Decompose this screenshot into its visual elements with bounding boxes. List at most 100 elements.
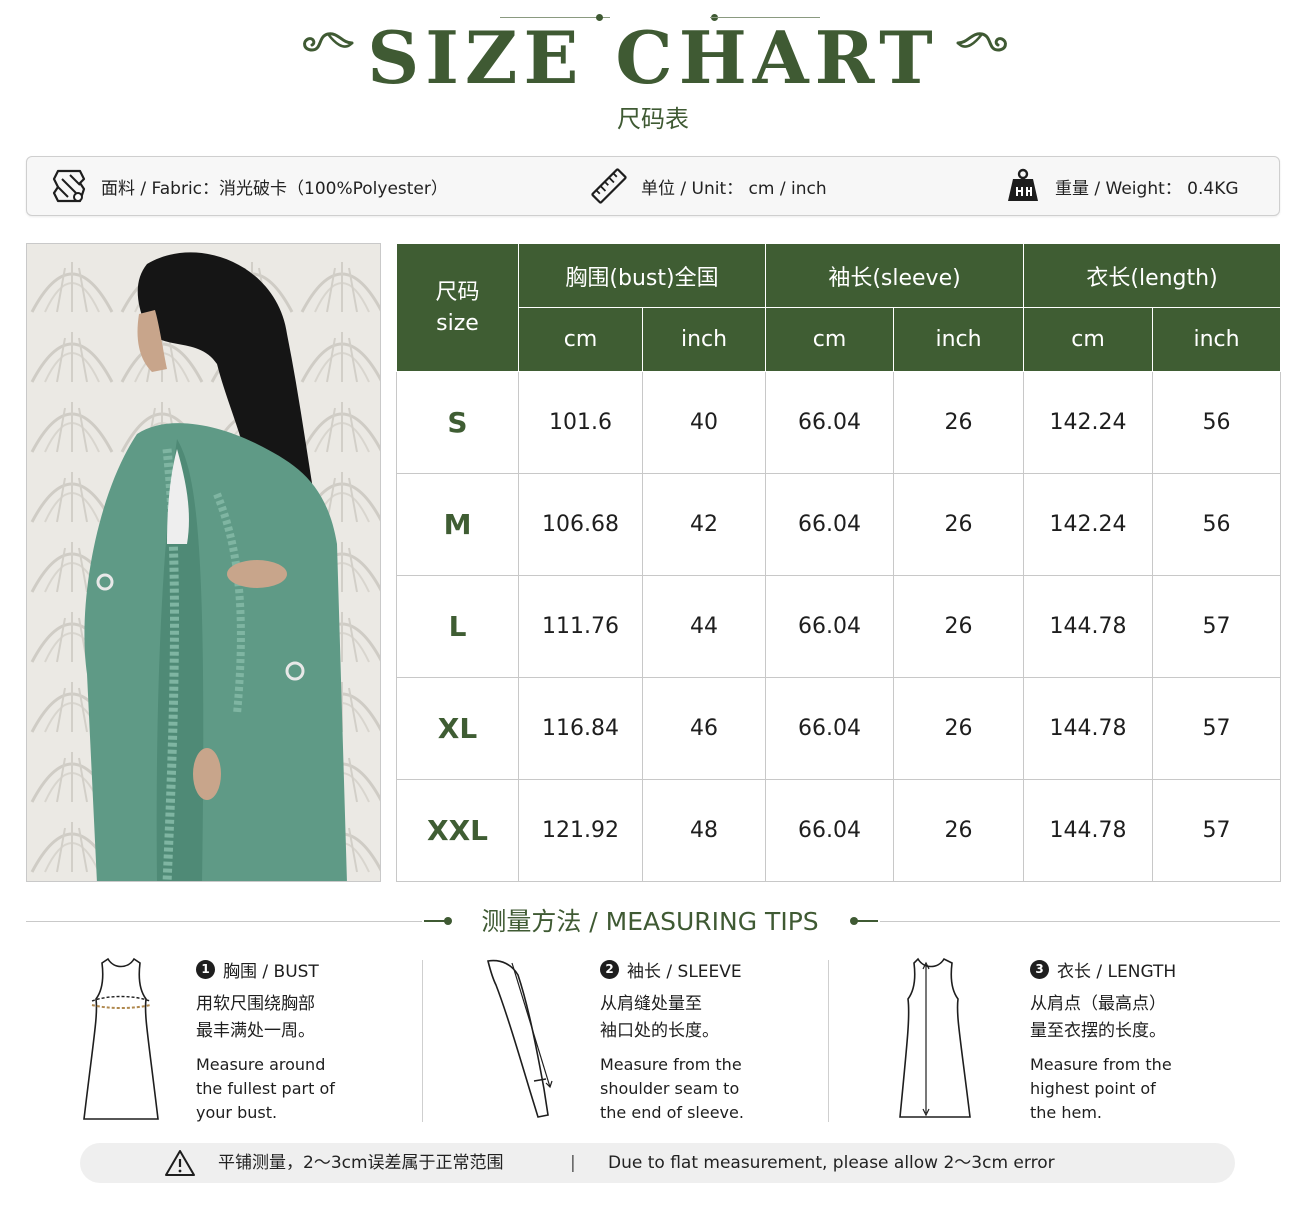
table-cell: 116.84 bbox=[518, 677, 643, 780]
tips-divider bbox=[880, 921, 1280, 922]
table-row: L 111.76 44 66.04 26 144.78 57 bbox=[396, 575, 1282, 678]
note-cn: 平铺测量，2～3cm误差属于正常范围 bbox=[218, 1153, 504, 1173]
unit-header: inch bbox=[893, 307, 1025, 372]
subtitle-wrap: 尺码表 bbox=[0, 102, 1306, 136]
table-cell: 66.04 bbox=[765, 575, 895, 678]
tip-bust: 1 胸围 / BUST 用软尺围绕胸部 最丰满处一周。 Measure aroun… bbox=[78, 955, 378, 1135]
table-cell: 66.04 bbox=[765, 677, 895, 780]
size-header-cn: 尺码 bbox=[435, 279, 480, 305]
tip-number: 1 bbox=[196, 959, 215, 979]
tip-title: 2 袖长 / SLEEVE bbox=[600, 955, 810, 983]
table-cell: 144.78 bbox=[1023, 575, 1154, 678]
weight-text: 重量 / Weight： 0.4KG bbox=[1055, 178, 1239, 199]
tip-en: Measure from the highest point of the he… bbox=[1030, 1055, 1172, 1122]
tips-divider bbox=[26, 921, 422, 922]
tip-cn: 从肩点（最高点） 量至衣摆的长度。 bbox=[1030, 994, 1166, 1041]
unit-header: cm bbox=[765, 307, 895, 372]
tip-sleeve: 2 袖长 / SLEEVE 从肩缝处量至 袖口处的长度。 Measure from… bbox=[482, 955, 782, 1135]
table-cell: 121.92 bbox=[518, 779, 643, 882]
fabric-info: 面料 / Fabric：消光破卡（100%Polyester） bbox=[49, 157, 448, 215]
table-cell: 101.6 bbox=[518, 371, 643, 474]
table-cell: 144.78 bbox=[1023, 779, 1154, 882]
size-label: XXL bbox=[396, 779, 519, 882]
table-cell: 142.24 bbox=[1023, 371, 1154, 474]
page-subtitle: 尺码表 bbox=[617, 105, 689, 133]
note-separator: | bbox=[570, 1153, 576, 1173]
table-cell: 26 bbox=[893, 779, 1025, 882]
table-row: XL 116.84 46 66.04 26 144.78 57 bbox=[396, 677, 1282, 780]
size-label: M bbox=[396, 473, 519, 576]
sleeve-header: 袖长(sleeve) bbox=[765, 243, 1025, 308]
size-label: S bbox=[396, 371, 519, 474]
fabric-icon bbox=[49, 166, 89, 206]
tip-number: 2 bbox=[600, 959, 619, 979]
tip-cn: 用软尺围绕胸部 最丰满处一周。 bbox=[196, 994, 315, 1041]
table-cell: 57 bbox=[1152, 779, 1282, 882]
table-cell: 66.04 bbox=[765, 779, 895, 882]
length-header: 衣长(length) bbox=[1023, 243, 1282, 308]
tip-title-text: 衣长 / LENGTH bbox=[1057, 961, 1177, 982]
table-cell: 57 bbox=[1152, 575, 1282, 678]
dress-bust-icon bbox=[83, 957, 159, 1120]
subtitle-divider bbox=[500, 17, 610, 18]
unit-header: cm bbox=[518, 307, 643, 372]
tip-title: 1 胸围 / BUST bbox=[196, 955, 406, 983]
measurement-note: 平铺测量，2～3cm误差属于正常范围 | Due to flat measure… bbox=[80, 1143, 1235, 1183]
table-cell: 48 bbox=[641, 779, 767, 882]
dress-length-icon bbox=[899, 957, 971, 1118]
tip-text: 1 胸围 / BUST 用软尺围绕胸部 最丰满处一周。 Measure aroun… bbox=[196, 955, 406, 1125]
size-column-header: 尺码 size bbox=[396, 243, 519, 372]
size-label: L bbox=[396, 575, 519, 678]
subtitle-divider bbox=[710, 17, 820, 18]
tip-cn: 从肩缝处量至 袖口处的长度。 bbox=[600, 994, 719, 1041]
table-row: XXL 121.92 48 66.04 26 144.78 57 bbox=[396, 779, 1282, 882]
weight-info: 重量 / Weight： 0.4KG bbox=[1003, 157, 1239, 215]
table-cell: 66.04 bbox=[765, 371, 895, 474]
table-cell: 46 bbox=[641, 677, 767, 780]
page-title: SIZE CHART bbox=[367, 15, 939, 100]
swirl-ornament-icon bbox=[956, 32, 1007, 52]
table-cell: 44 bbox=[641, 575, 767, 678]
table-cell: 111.76 bbox=[518, 575, 643, 678]
table-row: S 101.6 40 66.04 26 142.24 56 bbox=[396, 371, 1282, 474]
table-cell: 26 bbox=[893, 677, 1025, 780]
tip-title-text: 袖长 / SLEEVE bbox=[627, 961, 742, 982]
table-cell: 142.24 bbox=[1023, 473, 1154, 576]
table-cell: 26 bbox=[893, 473, 1025, 576]
tip-divider bbox=[422, 960, 423, 1122]
tip-title: 3 衣长 / LENGTH bbox=[1030, 955, 1220, 983]
size-label: XL bbox=[396, 677, 519, 780]
info-bar: 面料 / Fabric：消光破卡（100%Polyester） 单位 / Uni… bbox=[26, 156, 1280, 216]
table-cell: 26 bbox=[893, 575, 1025, 678]
table-cell: 144.78 bbox=[1023, 677, 1154, 780]
ruler-icon bbox=[589, 166, 629, 206]
unit-header: cm bbox=[1023, 307, 1154, 372]
table-row: M 106.68 42 66.04 26 142.24 56 bbox=[396, 473, 1282, 576]
unit-header: inch bbox=[641, 307, 767, 372]
tip-title-text: 胸围 / BUST bbox=[223, 961, 319, 982]
tip-divider bbox=[828, 960, 829, 1122]
unit-info: 单位 / Unit： cm / inch bbox=[589, 157, 827, 215]
size-table: 尺码 size 胸围(bust)全国 袖长(sleeve) 衣长(length)… bbox=[396, 243, 1282, 882]
size-header-en: size bbox=[436, 310, 479, 336]
fabric-text: 面料 / Fabric：消光破卡（100%Polyester） bbox=[101, 178, 448, 199]
unit-header: inch bbox=[1152, 307, 1282, 372]
tip-text: 3 衣长 / LENGTH 从肩点（最高点） 量至衣摆的长度。 Measure f… bbox=[1030, 955, 1220, 1125]
warning-icon bbox=[165, 1150, 195, 1176]
weight-icon bbox=[1003, 166, 1043, 206]
tip-text: 2 袖长 / SLEEVE 从肩缝处量至 袖口处的长度。 Measure from… bbox=[600, 955, 810, 1125]
table-cell: 42 bbox=[641, 473, 767, 576]
note-en: Due to flat measurement, please allow 2～… bbox=[608, 1153, 1055, 1173]
tip-number: 3 bbox=[1030, 959, 1049, 979]
table-cell: 57 bbox=[1152, 677, 1282, 780]
header: SIZE CHART bbox=[0, 18, 1306, 98]
table-cell: 40 bbox=[641, 371, 767, 474]
table-cell: 26 bbox=[893, 371, 1025, 474]
table-cell: 56 bbox=[1152, 473, 1282, 576]
unit-text: 单位 / Unit： cm / inch bbox=[641, 178, 827, 199]
tip-en: Measure from the shoulder seam to the en… bbox=[600, 1055, 744, 1122]
table-cell: 56 bbox=[1152, 371, 1282, 474]
table-cell: 66.04 bbox=[765, 473, 895, 576]
sleeve-icon bbox=[487, 959, 553, 1118]
bust-header: 胸围(bust)全国 bbox=[517, 243, 767, 308]
